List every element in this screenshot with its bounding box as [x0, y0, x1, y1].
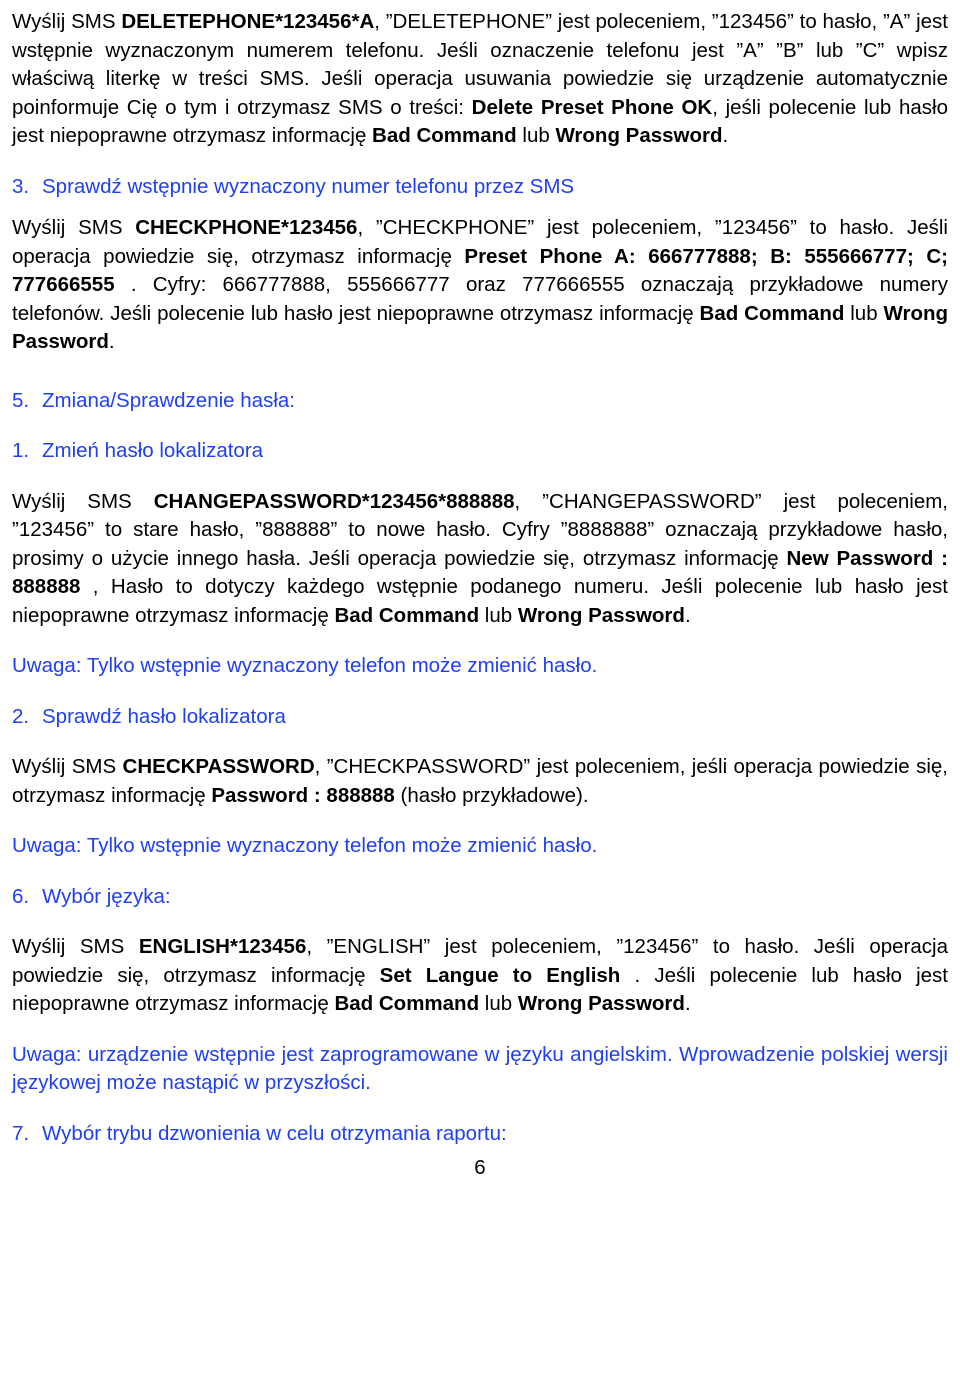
command-checkphone: CHECKPHONE*123456 [135, 216, 358, 239]
page-number: 6 [474, 1156, 486, 1179]
command-english: ENGLISH*123456 [138, 935, 307, 958]
section-6-number: 6. [12, 884, 30, 908]
response-bad-command: Bad Command [372, 124, 517, 147]
section-heading-6: 6. Wybór języka: [12, 883, 948, 912]
paragraph-delete-phone: Wyślij SMS DELETEPHONE*123456*A, ”DELETE… [12, 8, 948, 151]
list-item-5-2-number: 2. [12, 704, 30, 728]
note-check-password: Uwaga: Tylko wstępnie wyznaczony telefon… [12, 834, 598, 857]
response-password: Password : 888888 [211, 783, 395, 807]
response-bad-command: Bad Command [699, 301, 845, 325]
text-run: Wyślij SMS [12, 935, 139, 958]
text-run: . [684, 603, 691, 627]
response-wrong-password: Wrong Password [555, 124, 723, 147]
response-delete-preset-phone-ok: Delete Preset Phone OK [471, 95, 713, 119]
text-run: Wyślij SMS [12, 10, 122, 33]
paragraph-checkpassword: Wyślij SMS CHECKPASSWORD, ”CHECKPASSWORD… [12, 753, 948, 810]
response-wrong-password: Wrong Password [517, 992, 685, 1015]
text-run: lub [844, 301, 884, 325]
text-run: Wyślij SMS [12, 216, 136, 239]
section-5-label: Zmiana/Sprawdzenie hasła: [42, 388, 295, 412]
text-run: Wyślij SMS [12, 489, 154, 513]
list-item-5-2-label: Sprawdź hasło lokalizatora [42, 704, 286, 728]
command-checkpassword: CHECKPASSWORD [122, 755, 315, 778]
note-change-password: Uwaga: Tylko wstępnie wyznaczony telefon… [12, 654, 598, 677]
section-7-number: 7. [12, 1121, 30, 1145]
response-bad-command: Bad Command [334, 992, 480, 1015]
response-wrong-password: Wrong Password [517, 603, 685, 627]
text-run: . [684, 992, 691, 1015]
response-bad-command: Bad Command [334, 603, 480, 627]
text-run: (hasło przykładowe). [394, 783, 589, 807]
command-delete-phone: DELETEPHONE*123456*A [121, 10, 375, 33]
list-item-3-label: Sprawdź wstępnie wyznaczony numer telefo… [42, 174, 575, 198]
list-item-3-number: 3. [12, 174, 30, 198]
text-run: . [722, 124, 729, 147]
list-item-5-1-number: 1. [12, 439, 30, 462]
note-language: Uwaga: urządzenie wstępnie jest zaprogra… [12, 1042, 948, 1095]
section-heading-7: 7. Wybór trybu dzwonienia w celu otrzyma… [12, 1120, 948, 1149]
paragraph-changepassword: Wyślij SMS CHANGEPASSWORD*123456*888888,… [12, 488, 948, 631]
list-item-5-1-label: Zmień hasło lokalizatora [42, 439, 264, 462]
text-run: lub [479, 603, 518, 627]
text-run: lub [516, 124, 556, 147]
list-item-3: 3. Sprawdź wstępnie wyznaczony numer tel… [12, 173, 948, 202]
response-set-langue-to-english: Set Langue to English [379, 963, 621, 987]
list-item-5-1: 1. Zmień hasło lokalizatora [12, 437, 948, 466]
paragraph-checkphone: Wyślij SMS CHECKPHONE*123456, ”CHECKPHON… [12, 214, 948, 357]
document-page: Wyślij SMS DELETEPHONE*123456*A, ”DELETE… [0, 0, 960, 1373]
command-changepassword: CHANGEPASSWORD*123456*888888 [153, 489, 515, 513]
section-6-label: Wybór języka: [42, 884, 171, 908]
list-item-5-2: 2. Sprawdź hasło lokalizatora [12, 703, 948, 732]
text-run: Wyślij SMS [12, 755, 123, 778]
section-heading-5: 5. Zmiana/Sprawdzenie hasła: [12, 387, 948, 416]
section-7-label: Wybór trybu dzwonienia w celu otrzymania… [42, 1121, 507, 1145]
text-run: lub [479, 992, 518, 1015]
section-5-number: 5. [12, 388, 30, 412]
paragraph-english: Wyślij SMS ENGLISH*123456, ”ENGLISH” jes… [12, 933, 948, 1019]
text-run: . [108, 330, 115, 353]
